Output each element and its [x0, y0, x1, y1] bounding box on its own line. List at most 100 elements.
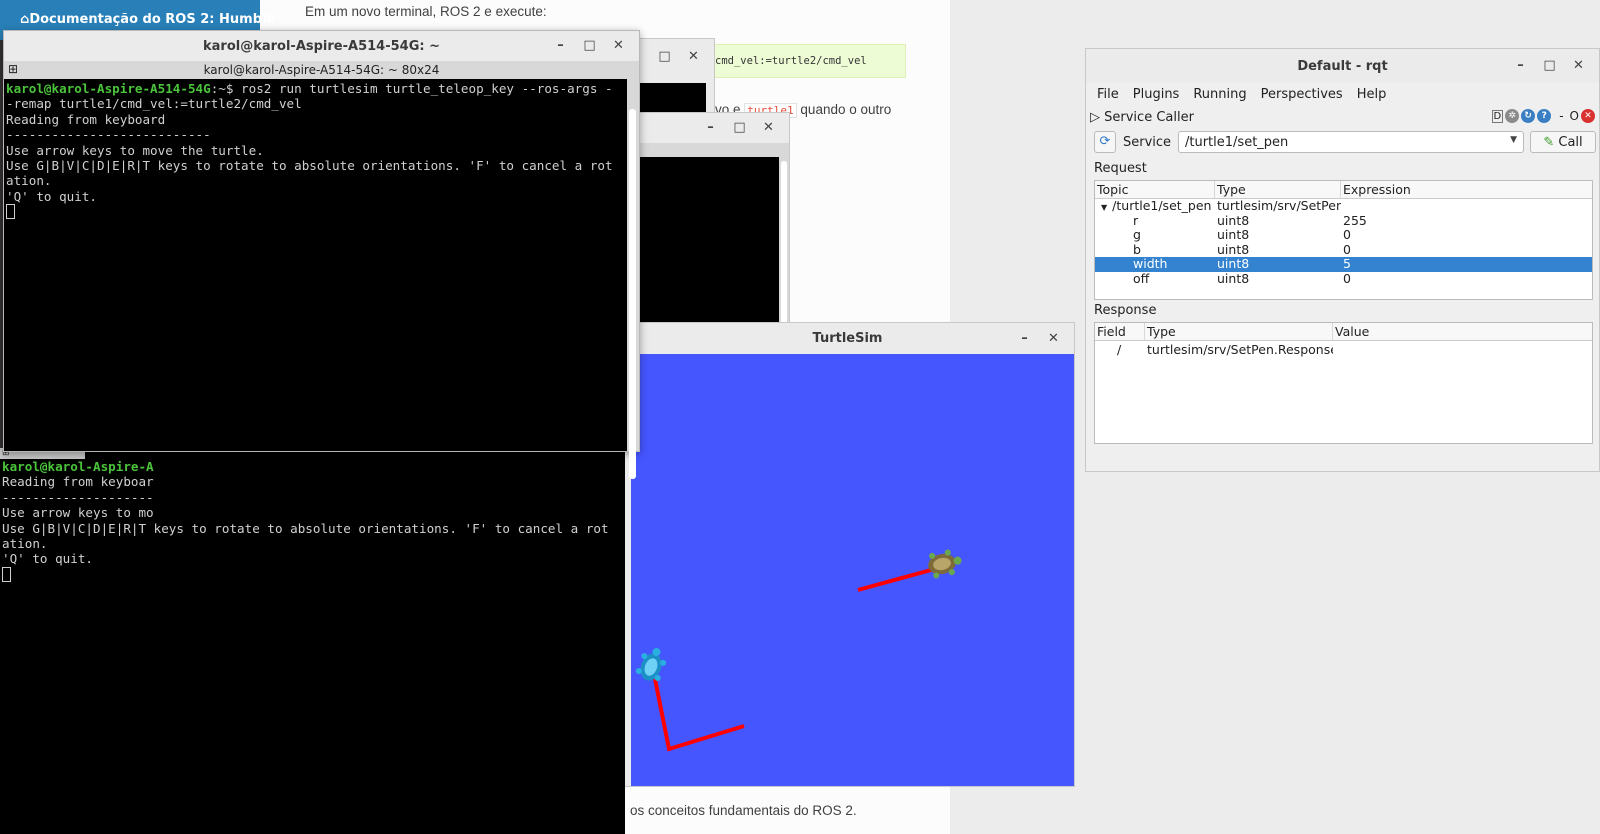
titlebar[interactable]: Default - rqt – □ ✕ — [1086, 49, 1599, 83]
terminal-line: Use arrow keys to mo — [2, 505, 154, 521]
expand-arrow-icon[interactable]: ▷ — [1090, 110, 1100, 125]
float-plugin-button[interactable]: O — [1570, 109, 1579, 123]
terminal-window-bottom[interactable]: ⊞ karol@karol-Aspire-A Reading from keyb… — [0, 448, 625, 834]
chevron-down-icon: ▼ — [1510, 135, 1517, 145]
minimize-icon[interactable]: – — [1506, 58, 1535, 73]
call-button[interactable]: ✎ Call — [1530, 131, 1596, 153]
home-icon: ⌂ — [20, 12, 30, 27]
terminal-line: -------------------- — [2, 489, 154, 505]
close-icon[interactable]: ✕ — [1564, 58, 1593, 73]
terminal-screen[interactable]: karol@karol-Aspire-A514-54G:~$ ros2 run … — [4, 79, 627, 451]
menu-file[interactable]: File — [1092, 83, 1124, 107]
menu-running[interactable]: Running — [1188, 83, 1251, 107]
request-label: Request — [1094, 161, 1147, 176]
terminal-screen[interactable]: karol@karol-Aspire-A Reading from keyboa… — [0, 459, 625, 834]
row-type: uint8 — [1217, 242, 1250, 257]
docs-paragraph-3: os conceitos fundamentais do ROS 2. — [630, 803, 857, 818]
terminal-tab-title: karol@karol-Aspire-A514-54G: ~ 80x24 — [203, 63, 440, 77]
request-row[interactable]: g uint8 0 — [1095, 228, 1592, 243]
collapse-arrow-icon[interactable]: ▼ — [1097, 203, 1112, 212]
terminal-prompt: karol@karol-Aspire-A — [2, 459, 154, 474]
row-topic: width — [1133, 257, 1168, 272]
response-tree[interactable]: Field Type Value / turtlesim/srv/SetPen.… — [1094, 322, 1593, 444]
maximize-icon[interactable]: □ — [1535, 58, 1564, 73]
row-expression[interactable]: 0 — [1341, 272, 1592, 287]
minimize-icon[interactable]: – — [546, 38, 575, 53]
maximize-icon[interactable]: □ — [725, 120, 754, 135]
row-expression[interactable]: 0 — [1341, 228, 1592, 243]
request-row[interactable]: b uint8 0 — [1095, 243, 1592, 258]
scrollbar-thumb[interactable] — [629, 109, 636, 479]
turtlesim-window[interactable]: TurtleSim – ✕ — [620, 322, 1075, 787]
refresh-services-button[interactable]: ⟳ — [1094, 131, 1116, 153]
minimize-icon[interactable]: – — [1010, 331, 1039, 346]
close-icon[interactable]: ✕ — [754, 120, 783, 135]
pen-trail-turtle1 — [857, 568, 932, 592]
window-title: karol@karol-Aspire-A514-54G: ~ — [203, 39, 440, 54]
docs-text: quando o outro — [800, 102, 892, 117]
titlebar[interactable]: karol@karol-Aspire-A514-54G: ~ – □ ✕ — [4, 31, 639, 61]
plugin-title: Service Caller — [1104, 110, 1194, 125]
dock-button[interactable]: D — [1491, 109, 1504, 123]
request-row[interactable]: ▼/turtle1/set_pen turtlesim/srv/SetPen — [1095, 199, 1592, 214]
terminal-line: 'Q' to quit. — [6, 188, 97, 204]
row-expression[interactable] — [1341, 199, 1592, 214]
request-row-selected[interactable]: width uint8 5 — [1095, 257, 1592, 272]
column-header-expression[interactable]: Expression — [1341, 181, 1592, 198]
request-row[interactable]: r uint8 255 — [1095, 214, 1592, 229]
turtle2-icon — [635, 647, 667, 681]
rqt-window[interactable]: Default - rqt – □ ✕ File Plugins Running… — [1085, 48, 1600, 472]
request-tree-header: Topic Type Expression — [1095, 181, 1592, 199]
column-header-type[interactable]: Type — [1145, 323, 1333, 340]
menu-plugins[interactable]: Plugins — [1128, 83, 1185, 107]
row-field: / — [1117, 343, 1122, 357]
terminal-line: 'Q' to quit. — [2, 551, 93, 567]
column-header-type[interactable]: Type — [1215, 181, 1341, 198]
plugin-header: ▷ Service Caller D ✲ ↻ ? - O ✕ — [1086, 107, 1599, 129]
menu-perspectives[interactable]: Perspectives — [1256, 83, 1348, 107]
row-expression[interactable]: 0 — [1341, 243, 1592, 258]
docs-code-block: cmd_vel:=turtle2/cmd_vel — [700, 44, 906, 78]
close-plugin-icon[interactable]: ✕ — [1581, 109, 1595, 123]
minimize-plugin-button[interactable]: - — [1559, 109, 1563, 123]
service-row: ⟳ Service /turtle1/set_pen ▼ ✎ Call — [1094, 129, 1596, 157]
row-type: uint8 — [1217, 271, 1250, 286]
menu-help[interactable]: Help — [1352, 83, 1392, 107]
row-topic: off — [1133, 271, 1150, 286]
column-header-value[interactable]: Value — [1333, 323, 1592, 340]
call-icon: ✎ — [1543, 135, 1555, 150]
response-row[interactable]: / turtlesim/srv/SetPen.Response — [1095, 343, 1592, 358]
close-icon[interactable]: ✕ — [604, 38, 633, 53]
service-select[interactable]: /turtle1/set_pen ▼ — [1178, 131, 1524, 153]
turtle1-icon — [928, 549, 962, 579]
service-label: Service — [1123, 135, 1172, 150]
service-select-value: /turtle1/set_pen — [1185, 135, 1289, 150]
row-expression[interactable]: 5 — [1341, 257, 1592, 272]
close-icon[interactable]: ✕ — [679, 49, 708, 64]
minimize-icon[interactable]: – — [696, 120, 725, 135]
terminal-window-front[interactable]: karol@karol-Aspire-A514-54G: ~ – □ ✕ ⊞ k… — [3, 30, 640, 479]
pen-trail-turtle2 — [653, 678, 745, 752]
titlebar[interactable]: – □ ✕ — [631, 113, 789, 143]
close-icon[interactable]: ✕ — [1039, 331, 1068, 346]
row-expression[interactable]: 255 — [1341, 214, 1592, 229]
help-icon[interactable]: ? — [1537, 109, 1552, 123]
response-tree-header: Field Type Value — [1095, 323, 1592, 341]
request-tree[interactable]: Topic Type Expression ▼/turtle1/set_pen … — [1094, 180, 1593, 300]
column-header-field[interactable]: Field — [1095, 323, 1145, 340]
column-header-topic[interactable]: Topic — [1095, 181, 1215, 198]
row-type: uint8 — [1217, 228, 1250, 243]
row-type: turtlesim/srv/SetPen.Response — [1147, 343, 1333, 357]
terminal-line: Reading from keyboard — [6, 111, 166, 127]
terminal-line: Use G|B|V|C|D|E|R|T keys to rotate to ab… — [2, 520, 609, 536]
terminal-tab-bar: ⊞ karol@karol-Aspire-A514-54G: ~ 80x24 — [4, 61, 639, 79]
gear-icon[interactable]: ✲ — [1505, 109, 1520, 123]
titlebar[interactable]: TurtleSim – ✕ — [621, 323, 1074, 354]
request-row[interactable]: off uint8 0 — [1095, 272, 1592, 287]
maximize-icon[interactable]: □ — [575, 38, 604, 53]
turtlesim-drawing — [635, 549, 962, 752]
window-title: TurtleSim — [812, 331, 883, 346]
reload-icon[interactable]: ↻ — [1521, 109, 1536, 123]
maximize-icon[interactable]: □ — [650, 49, 679, 64]
response-label: Response — [1094, 303, 1157, 318]
